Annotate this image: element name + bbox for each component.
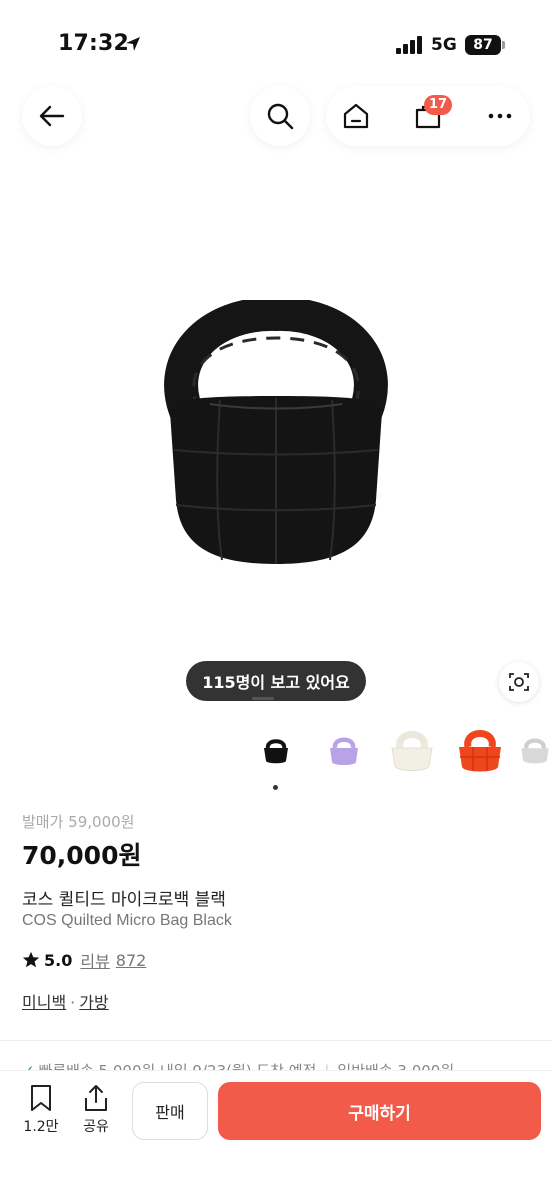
thumbnail-indicator (273, 785, 278, 790)
rating-row[interactable]: 5.0 리뷰 872 (22, 948, 146, 972)
cart-button[interactable] (398, 86, 458, 146)
viewers-count-pill: 115명이 보고 있어요 (186, 661, 366, 701)
more-icon (488, 113, 512, 119)
back-arrow-icon (39, 105, 65, 127)
home-button[interactable] (326, 86, 386, 146)
bag-thumbnail-icon (391, 731, 433, 771)
bookmark-icon (31, 1085, 51, 1111)
battery-icon: 87 (465, 35, 501, 55)
image-search-button[interactable] (499, 662, 539, 702)
thumbnail-lilac[interactable] (314, 720, 374, 780)
tag-separator: · (70, 993, 76, 1012)
back-button[interactable] (22, 86, 82, 146)
share-button[interactable]: 공유 (71, 1084, 121, 1136)
thumbnail-black[interactable] (246, 720, 306, 780)
category-tags: 미니백 · 가방 (22, 989, 109, 1013)
home-icon (343, 103, 369, 129)
cart-badge: 17 (424, 95, 452, 115)
signal-icon (396, 36, 424, 54)
thumbnail-orange[interactable] (450, 720, 510, 780)
tag-bag[interactable]: 가방 (79, 993, 108, 1012)
status-time: 17:32 (58, 31, 130, 56)
wishlist-button[interactable]: 1.2만 (16, 1084, 66, 1136)
tag-mini-bag[interactable]: 미니백 (22, 993, 66, 1012)
bag-thumbnail-icon (459, 730, 501, 772)
search-icon (267, 103, 294, 130)
more-button[interactable] (470, 86, 530, 146)
network-label: 5G (431, 35, 457, 55)
lens-icon (509, 673, 529, 691)
sell-button[interactable]: 판매 (132, 1082, 208, 1140)
product-title-ko: 코스 퀼티드 마이크로백 블랙 (22, 890, 226, 910)
battery-tip (502, 41, 505, 49)
thumbnail-cream[interactable] (382, 720, 442, 780)
location-arrow-icon (126, 37, 140, 51)
wishlist-count: 1.2만 (23, 1119, 59, 1135)
product-image[interactable] (150, 300, 402, 580)
status-bar: 17:32 5G 87 (0, 0, 552, 86)
bag-thumbnail-icon (521, 738, 549, 764)
share-label: 공유 (83, 1119, 109, 1135)
review-label[interactable]: 리뷰 (80, 948, 109, 972)
thumbnail-silver[interactable] (518, 720, 552, 780)
share-icon (85, 1085, 107, 1111)
star-icon (22, 951, 40, 968)
rating-value: 5.0 (44, 950, 73, 970)
section-divider (0, 1040, 552, 1041)
bag-thumbnail-icon (264, 739, 288, 764)
search-button[interactable] (250, 86, 310, 146)
buy-button[interactable]: 구매하기 (218, 1082, 541, 1140)
review-count[interactable]: 872 (116, 951, 147, 970)
price: 70,000원 (22, 841, 142, 870)
bag-thumbnail-icon (330, 737, 358, 765)
product-title-en: COS Quilted Micro Bag Black (22, 912, 232, 929)
nav-action-group (326, 86, 530, 146)
gallery-indicator (252, 697, 274, 700)
original-price: 발매가 59,000원 (22, 813, 135, 831)
